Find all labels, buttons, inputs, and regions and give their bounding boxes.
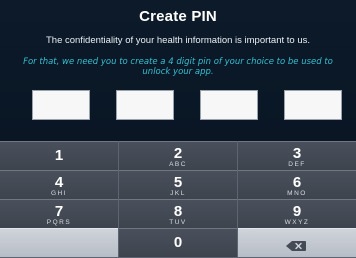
pin-digit-field-2[interactable] (116, 90, 174, 120)
instruction-message: For that, we need you to create a 4 digi… (23, 57, 333, 77)
key-letters: GHI (50, 190, 68, 197)
key-9[interactable]: 9 WXYZ (238, 199, 356, 228)
key-5[interactable]: 5 JKL (119, 170, 237, 199)
numeric-keypad: 1 2 ABC 3 DEF 4 GHI 5 JKL 6 MNO 7 PQRS 8 (0, 141, 356, 258)
key-digit: 2 (173, 145, 183, 162)
key-blank (0, 228, 118, 257)
backspace-key[interactable] (238, 228, 356, 257)
key-3[interactable]: 3 DEF (238, 141, 356, 170)
create-pin-screen: Create PIN The confidentiality of your h… (0, 0, 356, 258)
key-letters: WXYZ (284, 219, 310, 226)
key-4[interactable]: 4 GHI (0, 170, 118, 199)
key-7[interactable]: 7 PQRS (0, 199, 118, 228)
backspace-icon (286, 238, 306, 251)
key-digit: 6 (292, 174, 302, 191)
key-digit: 8 (173, 203, 183, 220)
pin-digit-field-1[interactable] (32, 90, 90, 120)
key-0[interactable]: 0 (119, 228, 237, 257)
key-letters: DEF (288, 161, 306, 168)
key-digit: 4 (54, 174, 64, 191)
key-digit: 9 (292, 203, 302, 220)
key-8[interactable]: 8 TUV (119, 199, 237, 228)
key-digit: 5 (173, 174, 183, 191)
pin-entry (32, 90, 342, 120)
pin-digit-field-4[interactable] (284, 90, 342, 120)
key-letters: ABC (169, 161, 187, 168)
confidentiality-message: The confidentiality of your health infor… (45, 35, 311, 46)
page-title: Create PIN (139, 8, 217, 25)
key-letters: JKL (170, 190, 186, 197)
pin-digit-field-3[interactable] (200, 90, 258, 120)
key-digit: 1 (54, 147, 64, 164)
key-6[interactable]: 6 MNO (238, 170, 356, 199)
key-digit: 0 (173, 234, 183, 251)
key-1[interactable]: 1 (0, 141, 118, 170)
key-letters: MNO (287, 190, 307, 197)
key-2[interactable]: 2 ABC (119, 141, 237, 170)
key-letters: TUV (169, 219, 187, 226)
key-digit: 3 (292, 145, 302, 162)
key-digit: 7 (54, 203, 64, 220)
key-letters: PQRS (46, 219, 72, 226)
